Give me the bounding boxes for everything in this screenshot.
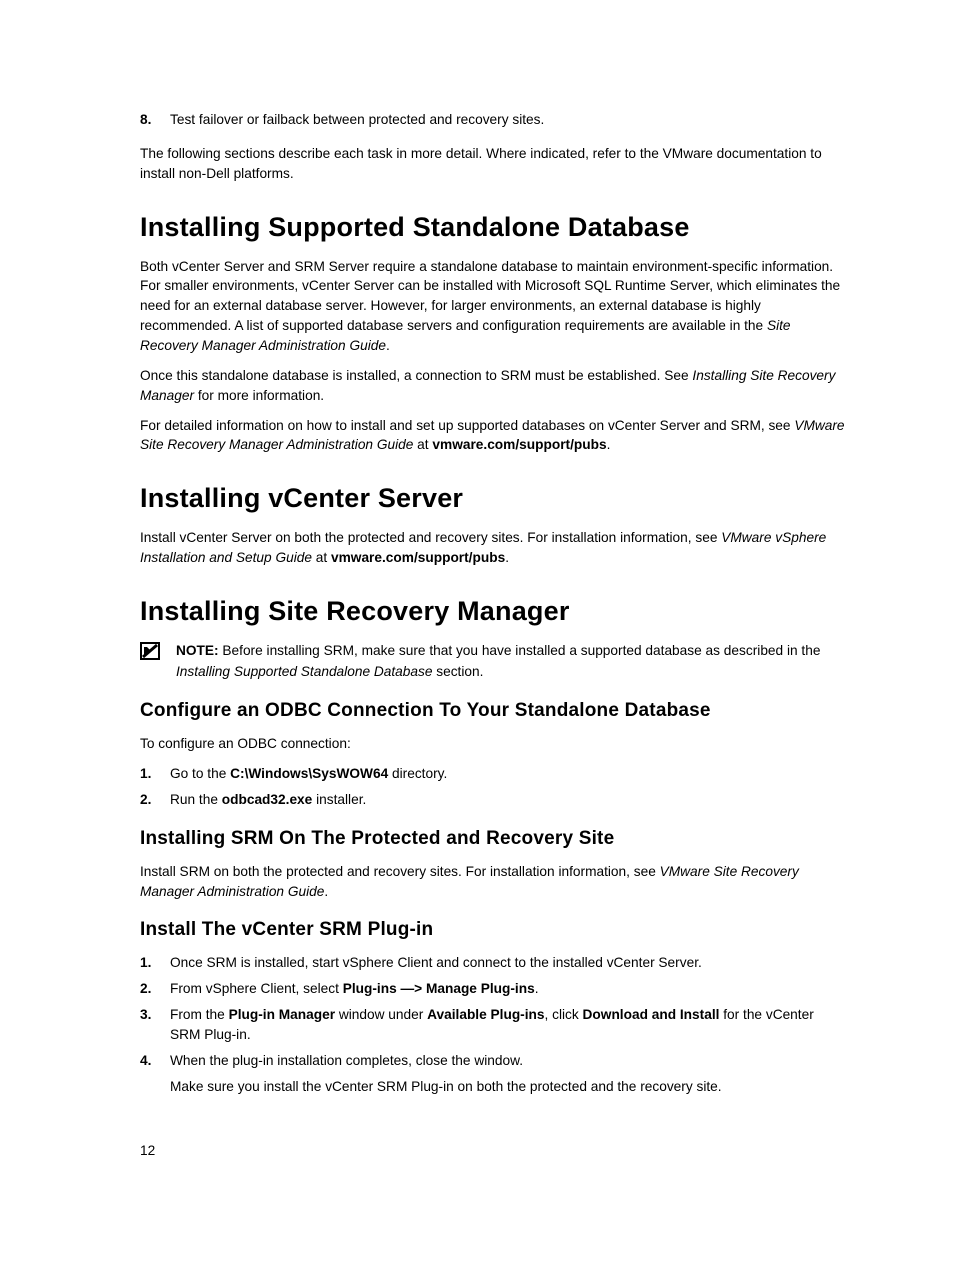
step-text: Run the odbcad32.exe installer. xyxy=(170,790,846,810)
body-paragraph: To configure an ODBC connection: xyxy=(140,734,846,754)
text-run: . xyxy=(505,550,509,565)
text-run: Make sure you install the vCenter SRM Pl… xyxy=(170,1077,846,1097)
step-text: When the plug-in installation completes,… xyxy=(170,1051,846,1097)
body-paragraph: Install SRM on both the protected and re… xyxy=(140,862,846,902)
text-run: at xyxy=(312,550,331,565)
text-run: . xyxy=(324,884,328,899)
note-icon xyxy=(140,642,170,667)
list-item: 2. From vSphere Client, select Plug-ins … xyxy=(140,979,846,999)
document-page: 8. Test failover or failback between pro… xyxy=(0,0,954,1268)
subheading-install-vcenter-srm-plugin: Install The vCenter SRM Plug-in xyxy=(140,919,846,941)
path-bold: C:\Windows\SysWOW64 xyxy=(230,766,388,781)
text-run: From vSphere Client, select xyxy=(170,981,343,996)
top-ordered-list: 8. Test failover or failback between pro… xyxy=(140,110,846,130)
text-run: Before installing SRM, make sure that yo… xyxy=(219,643,821,658)
step-number: 8. xyxy=(140,110,170,130)
text-run: Install vCenter Server on both the prote… xyxy=(140,530,721,545)
body-paragraph: Install vCenter Server on both the prote… xyxy=(140,528,846,568)
heading-installing-supported-standalone-database: Installing Supported Standalone Database xyxy=(140,212,846,243)
body-paragraph: Once this standalone database is install… xyxy=(140,366,846,406)
step-number: 1. xyxy=(140,764,170,784)
note-callout: NOTE: Before installing SRM, make sure t… xyxy=(140,641,846,682)
text-run: Both vCenter Server and SRM Server requi… xyxy=(140,259,840,334)
note-text: NOTE: Before installing SRM, make sure t… xyxy=(176,641,846,682)
list-item: 1. Go to the C:\Windows\SysWOW64 directo… xyxy=(140,764,846,784)
body-paragraph: Both vCenter Server and SRM Server requi… xyxy=(140,257,846,356)
text-run: directory. xyxy=(388,766,447,781)
ui-bold: Download and Install xyxy=(583,1007,720,1022)
url-bold: vmware.com/support/pubs xyxy=(331,550,505,565)
ui-bold: Plug-in Manager xyxy=(229,1007,335,1022)
text-run: Run the xyxy=(170,792,222,807)
list-item: 3. From the Plug-in Manager window under… xyxy=(140,1005,846,1045)
body-paragraph: For detailed information on how to insta… xyxy=(140,416,846,456)
text-run: Install SRM on both the protected and re… xyxy=(140,864,660,879)
step-text: Once SRM is installed, start vSphere Cli… xyxy=(170,953,846,973)
ordered-list: 1. Once SRM is installed, start vSphere … xyxy=(140,953,846,1096)
list-item: 8. Test failover or failback between pro… xyxy=(140,110,846,130)
step-text: From the Plug-in Manager window under Av… xyxy=(170,1005,846,1045)
ui-bold: Available Plug-ins xyxy=(427,1007,544,1022)
subheading-installing-srm-sites: Installing SRM On The Protected and Reco… xyxy=(140,828,846,850)
step-number: 2. xyxy=(140,790,170,810)
heading-installing-site-recovery-manager: Installing Site Recovery Manager xyxy=(140,596,846,627)
text-run: at xyxy=(413,437,432,452)
list-item: 4. When the plug-in installation complet… xyxy=(140,1051,846,1097)
text-run: window under xyxy=(335,1007,427,1022)
step-number: 1. xyxy=(140,953,170,973)
step-text: Test failover or failback between protec… xyxy=(170,110,846,130)
list-item: 1. Once SRM is installed, start vSphere … xyxy=(140,953,846,973)
doc-title-italic: Installing Supported Standalone Database xyxy=(176,664,432,679)
text-run: installer. xyxy=(312,792,366,807)
ordered-list: 1. Go to the C:\Windows\SysWOW64 directo… xyxy=(140,764,846,810)
text-run: Once this standalone database is install… xyxy=(140,368,692,383)
list-item: 2. Run the odbcad32.exe installer. xyxy=(140,790,846,810)
heading-installing-vcenter-server: Installing vCenter Server xyxy=(140,483,846,514)
text-run: section. xyxy=(432,664,483,679)
url-bold: vmware.com/support/pubs xyxy=(432,437,606,452)
note-label: NOTE: xyxy=(176,643,219,658)
text-run: , click xyxy=(545,1007,583,1022)
text-run: When the plug-in installation completes,… xyxy=(170,1051,846,1071)
step-number: 2. xyxy=(140,979,170,999)
step-number: 4. xyxy=(140,1051,170,1097)
text-run: . xyxy=(386,338,390,353)
step-text: From vSphere Client, select Plug-ins —> … xyxy=(170,979,846,999)
text-run: . xyxy=(607,437,611,452)
text-run: . xyxy=(535,981,539,996)
page-number: 12 xyxy=(140,1143,155,1158)
text-run: for more information. xyxy=(194,388,324,403)
exe-bold: odbcad32.exe xyxy=(222,792,313,807)
subheading-configure-odbc: Configure an ODBC Connection To Your Sta… xyxy=(140,700,846,722)
menu-path-bold: Plug-ins —> Manage Plug-ins xyxy=(343,981,535,996)
intro-paragraph: The following sections describe each tas… xyxy=(140,144,846,184)
text-run: For detailed information on how to insta… xyxy=(140,418,794,433)
step-number: 3. xyxy=(140,1005,170,1045)
step-text: Go to the C:\Windows\SysWOW64 directory. xyxy=(170,764,846,784)
text-run: From the xyxy=(170,1007,229,1022)
text-run: Go to the xyxy=(170,766,230,781)
